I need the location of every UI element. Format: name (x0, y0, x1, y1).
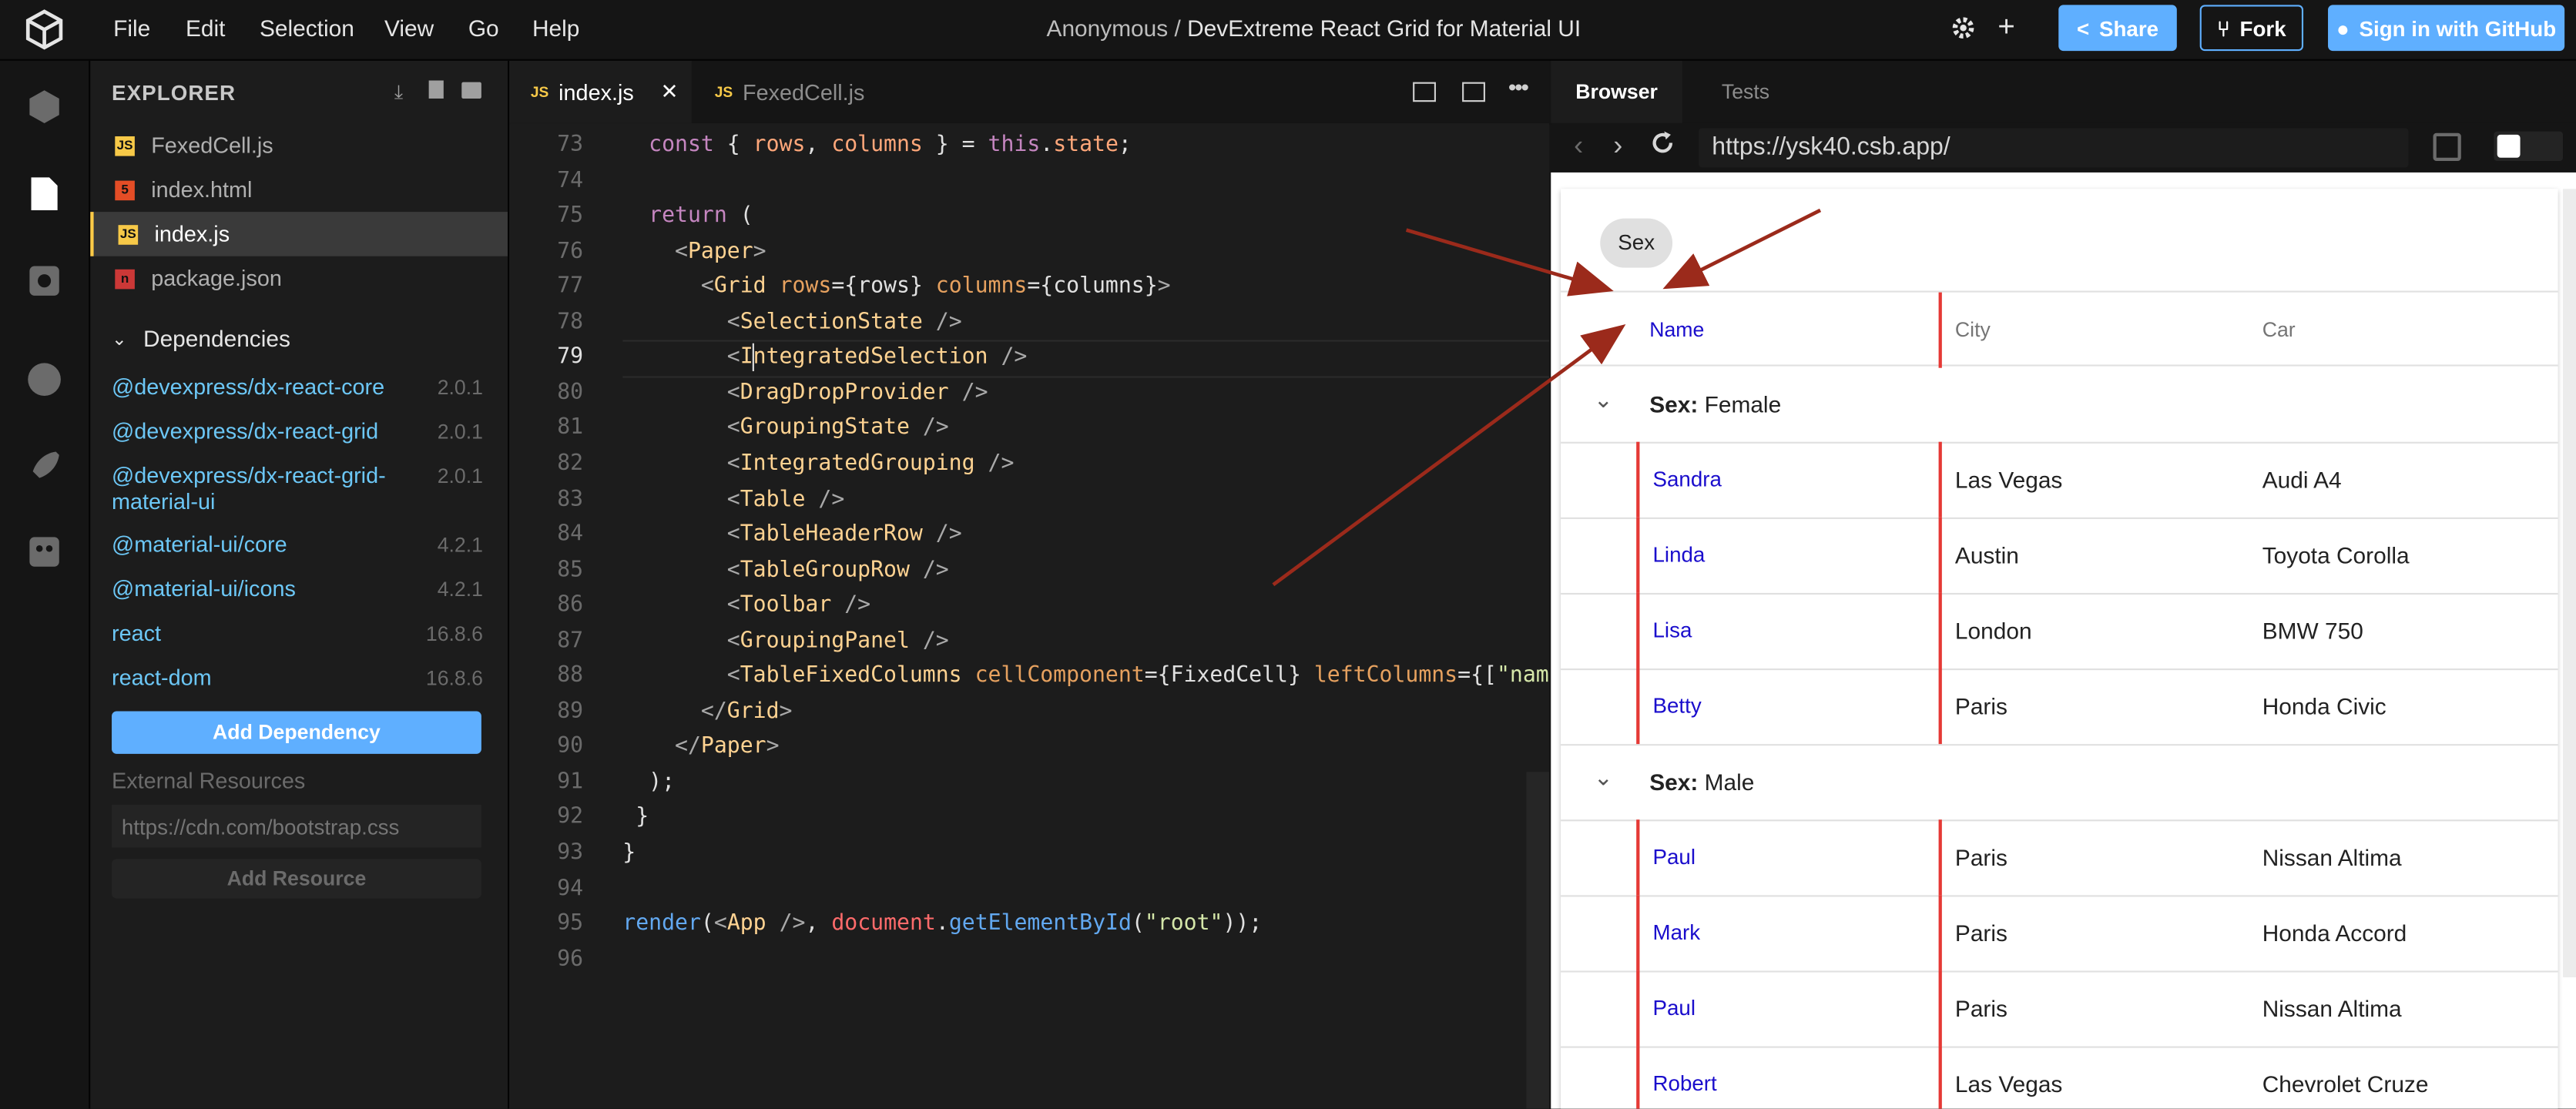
annotation-arrow (1662, 208, 1822, 290)
annotation-arrow (1405, 228, 1614, 297)
annotation-arrows (1272, 208, 1822, 587)
annotation-arrow (1272, 323, 1626, 587)
